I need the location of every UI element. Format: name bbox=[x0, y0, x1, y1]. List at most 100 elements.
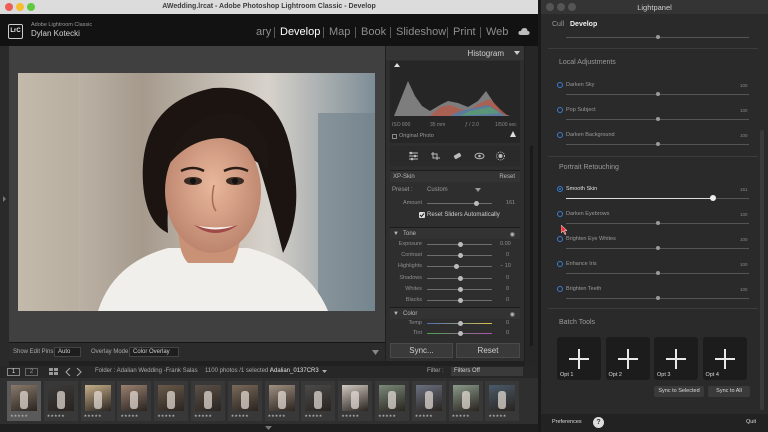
healing-icon[interactable] bbox=[452, 151, 463, 161]
original-photo-checkbox[interactable] bbox=[392, 134, 397, 139]
adjustment-radio[interactable] bbox=[557, 261, 563, 267]
xp-skin-reset[interactable]: Reset bbox=[499, 174, 515, 180]
module-develop[interactable]: Develop bbox=[280, 26, 320, 38]
right-panel-scroll-strip[interactable] bbox=[525, 46, 538, 368]
tab-develop[interactable]: Develop bbox=[570, 21, 597, 28]
filmstrip-thumbnail[interactable]: ★★★★★ bbox=[264, 381, 299, 421]
next-arrow-icon[interactable] bbox=[76, 368, 82, 376]
tab-cull[interactable]: Cull bbox=[552, 21, 564, 28]
show-edit-pins-select[interactable]: Auto bbox=[54, 347, 81, 357]
slider-thumb[interactable] bbox=[457, 286, 463, 292]
slider-thumb[interactable] bbox=[457, 253, 463, 259]
tone-header[interactable]: ▼ Tone ◉ bbox=[390, 227, 520, 239]
batch-option-4[interactable]: Opt 4 bbox=[702, 337, 747, 380]
adjustment-slider-thumb[interactable] bbox=[655, 221, 660, 225]
top-slider-thumb[interactable] bbox=[656, 35, 660, 39]
sync-button[interactable]: Sync... bbox=[390, 343, 453, 358]
expand-bottom-arrow-icon[interactable] bbox=[265, 426, 272, 431]
module-library[interactable]: ary bbox=[256, 26, 271, 38]
tone-visibility-icon[interactable]: ◉ bbox=[510, 231, 515, 238]
filmstrip-thumbnail[interactable]: ★★★★★ bbox=[191, 381, 225, 421]
filmstrip-thumbnail[interactable]: ★★★★★ bbox=[227, 381, 262, 421]
collapse-triangle-icon[interactable] bbox=[514, 50, 520, 56]
help-icon[interactable]: ? bbox=[593, 417, 604, 428]
filmstrip-thumbnail[interactable]: ★★★★★ bbox=[43, 381, 78, 421]
adjustment-slider-thumb[interactable] bbox=[655, 296, 660, 300]
adjustment-radio[interactable] bbox=[557, 236, 563, 242]
color-collapse-icon[interactable]: ▼ bbox=[393, 311, 399, 317]
filmstrip-thumbnail[interactable]: ★★★★★ bbox=[485, 381, 520, 421]
filmstrip-thumbnail[interactable]: ★★★★★ bbox=[301, 381, 336, 421]
adjustment-slider-thumb[interactable] bbox=[655, 92, 660, 96]
previous-arrow-icon[interactable] bbox=[65, 368, 71, 376]
slider-thumb[interactable] bbox=[457, 331, 463, 336]
crop-icon[interactable] bbox=[430, 151, 441, 161]
masking-icon[interactable] bbox=[495, 151, 506, 161]
main-photo[interactable] bbox=[18, 73, 375, 311]
module-book[interactable]: Book bbox=[361, 26, 386, 38]
adjustment-radio[interactable] bbox=[557, 211, 563, 217]
filmstrip-thumbnail[interactable]: ★★★★★ bbox=[338, 381, 373, 421]
grid-icon[interactable] bbox=[49, 368, 58, 376]
slider-thumb[interactable] bbox=[457, 242, 463, 247]
reset-button[interactable]: Reset bbox=[456, 343, 520, 358]
adjustment-slider-thumb[interactable] bbox=[655, 142, 660, 146]
xp-skin-header[interactable]: XP-Skin Reset bbox=[390, 170, 520, 182]
module-slideshow[interactable]: Slideshow bbox=[396, 26, 446, 38]
preset-select[interactable]: Custom bbox=[427, 187, 448, 193]
overlay-mode-select[interactable]: Color Overlay bbox=[129, 347, 179, 357]
filmstrip-thumbnail[interactable]: ★★★★★ bbox=[117, 381, 152, 421]
filmstrip-thumbnail[interactable]: ★★★★★ bbox=[448, 381, 483, 421]
module-web[interactable]: Web bbox=[486, 26, 508, 38]
reset-sliders-checkbox[interactable] bbox=[419, 212, 425, 218]
adjustment-slider-track[interactable] bbox=[566, 198, 749, 199]
lightpanel-scrollbar[interactable] bbox=[760, 130, 764, 410]
color-visibility-icon[interactable]: ◉ bbox=[510, 311, 515, 318]
batch-option-2[interactable]: Opt 2 bbox=[605, 337, 650, 380]
amount-slider-track[interactable] bbox=[427, 203, 492, 204]
filter-select[interactable]: Filters Off bbox=[451, 367, 523, 376]
cloud-icon[interactable] bbox=[518, 27, 530, 36]
adjustment-radio[interactable] bbox=[557, 107, 563, 113]
filmstrip-thumbnail[interactable]: ★★★★★ bbox=[154, 381, 189, 421]
red-eye-icon[interactable] bbox=[474, 151, 485, 161]
adjustment-radio[interactable] bbox=[557, 286, 563, 292]
page-2-button[interactable]: 2 bbox=[25, 368, 38, 376]
batch-option-1[interactable]: Opt 1 bbox=[557, 337, 601, 380]
right-panel-scrollbar[interactable] bbox=[530, 146, 533, 346]
adjustment-radio[interactable] bbox=[557, 82, 563, 88]
slider-track[interactable] bbox=[427, 266, 492, 268]
histogram-header[interactable]: Histogram bbox=[386, 46, 524, 60]
sync-to-all-button[interactable]: Sync to All bbox=[708, 386, 750, 397]
adjustment-slider-thumb[interactable] bbox=[655, 246, 660, 250]
slider-thumb[interactable] bbox=[457, 321, 463, 326]
preset-dropdown-icon[interactable] bbox=[475, 188, 481, 193]
preferences-button[interactable]: Preferences bbox=[552, 419, 582, 425]
filmstrip-thumbnail[interactable]: ★★★★★ bbox=[375, 381, 409, 421]
expand-left-arrow-icon[interactable] bbox=[2, 196, 7, 202]
slider-thumb[interactable] bbox=[457, 298, 463, 303]
sliders-icon[interactable] bbox=[408, 151, 419, 161]
bottom-panel-collapsed[interactable] bbox=[0, 424, 538, 432]
file-dropdown-icon[interactable] bbox=[322, 369, 327, 374]
batch-option-3[interactable]: Opt 3 bbox=[654, 337, 698, 380]
filmstrip-thumbnail[interactable]: ★★★★★ bbox=[7, 381, 41, 421]
adjustment-radio[interactable] bbox=[557, 186, 563, 192]
amount-slider-thumb[interactable] bbox=[474, 201, 479, 206]
slider-thumb[interactable] bbox=[457, 275, 463, 281]
color-header[interactable]: ▼ Color ◉ bbox=[390, 307, 520, 319]
adjustment-slider-thumb[interactable] bbox=[655, 271, 660, 275]
quit-button[interactable]: Quit bbox=[746, 419, 756, 425]
tone-collapse-icon[interactable]: ▼ bbox=[393, 231, 399, 237]
module-print[interactable]: Print bbox=[453, 26, 476, 38]
page-1-button[interactable]: 1 bbox=[7, 368, 20, 376]
filmstrip-thumbnail[interactable]: ★★★★★ bbox=[80, 381, 115, 421]
adjustment-radio[interactable] bbox=[557, 132, 563, 138]
sync-to-selected-button[interactable]: Sync to Selected bbox=[654, 386, 704, 397]
toolbar-menu-arrow-icon[interactable] bbox=[372, 349, 379, 356]
left-panel-collapsed[interactable] bbox=[0, 46, 9, 368]
adjustment-slider-thumb[interactable] bbox=[655, 117, 660, 121]
selected-file-name[interactable]: Adalian_0137CR3 bbox=[270, 368, 319, 374]
filmstrip-thumbnail[interactable]: ★★★★★ bbox=[411, 381, 446, 421]
module-map[interactable]: Map bbox=[329, 26, 350, 38]
